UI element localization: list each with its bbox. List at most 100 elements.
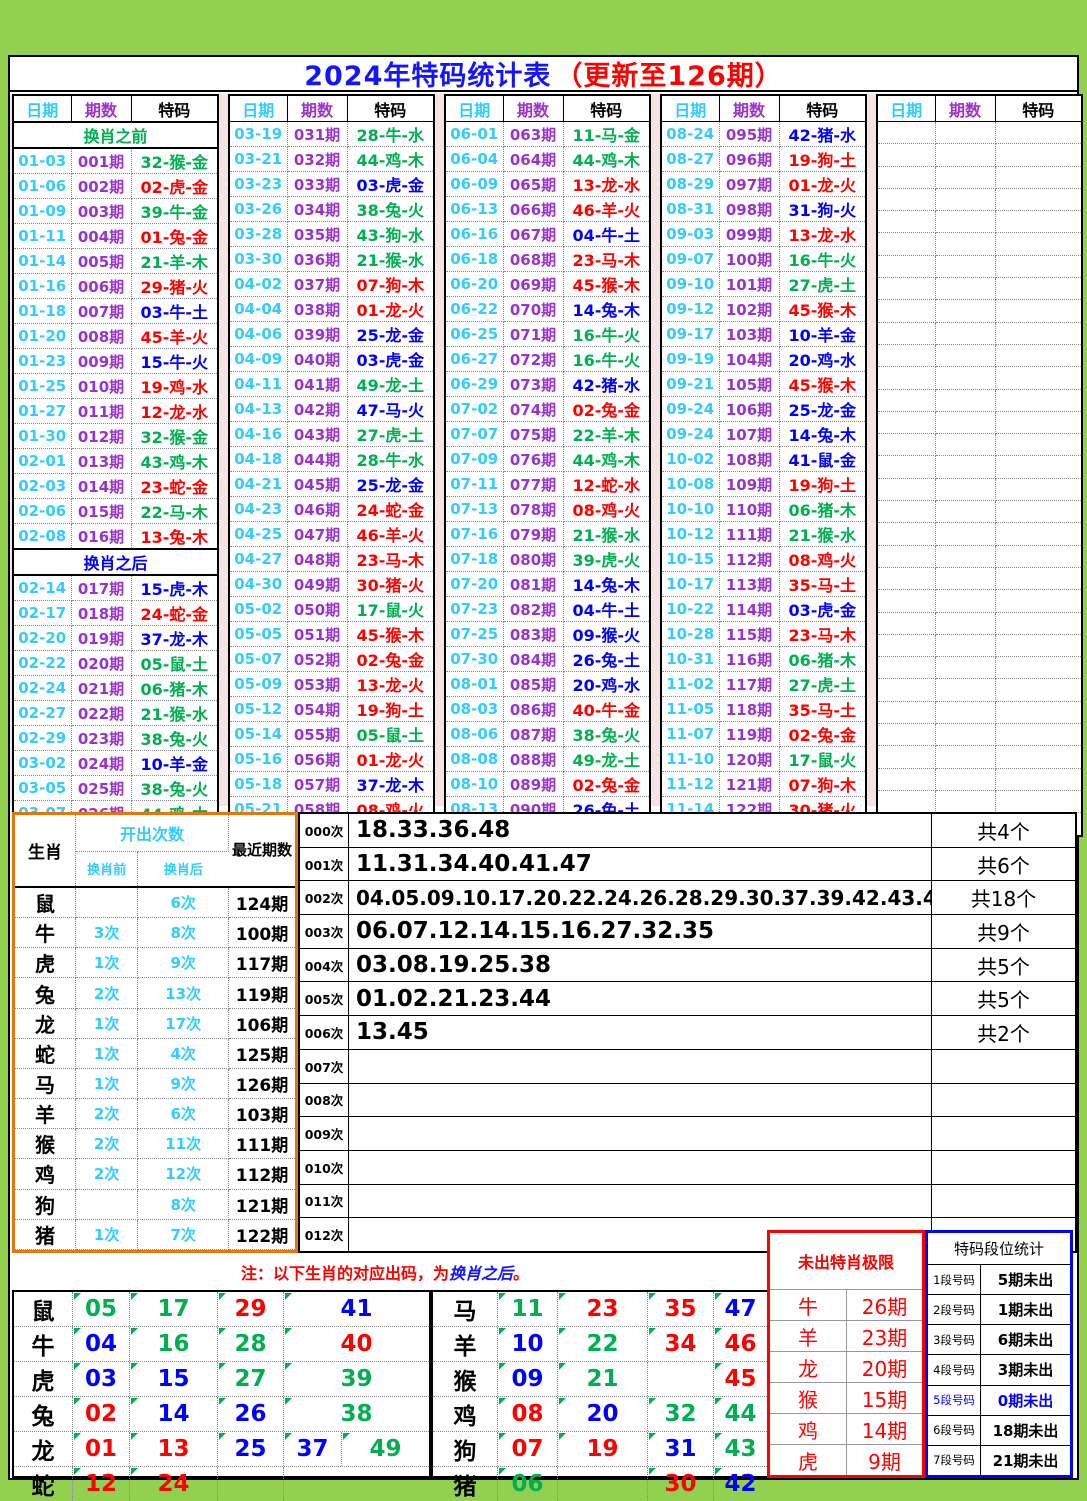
code-cell: 47-马-火 xyxy=(347,397,434,422)
date-cell: 07-30 xyxy=(445,647,503,672)
count-numbers xyxy=(349,1050,931,1083)
date-column-header: 日期 xyxy=(661,95,719,122)
empty-date-cell xyxy=(877,389,935,411)
date-cell: 07-20 xyxy=(445,572,503,597)
lottery-group-5: 日期期数特码 xyxy=(876,94,1083,837)
segment-label: 1段号码 xyxy=(928,1265,981,1294)
lottery-row: 04-11041期49-龙-土 xyxy=(229,372,434,397)
date-cell: 01-03 xyxy=(13,148,71,174)
code-cell: 45-猴-木 xyxy=(347,622,434,647)
lottery-row: 06-20069期45-猴-木 xyxy=(445,272,650,297)
lottery-row xyxy=(877,679,1082,701)
count-total xyxy=(931,1050,1075,1083)
zodiac-number-row: 羊10223446 xyxy=(433,1326,767,1361)
missing-zodiac-name: 牛 xyxy=(770,1290,846,1320)
count-label: 010次 xyxy=(300,1151,349,1184)
lottery-row: 01-30012期32-猴-金 xyxy=(13,424,218,449)
issue-cell: 046期 xyxy=(287,497,347,522)
count-numbers xyxy=(349,1151,931,1184)
issue-cell: 099期 xyxy=(719,222,779,247)
lottery-row: 06-22070期14-兔-木 xyxy=(445,297,650,322)
empty-issue-cell xyxy=(935,567,995,589)
date-cell: 03-28 xyxy=(229,222,287,247)
date-cell: 03-02 xyxy=(13,751,71,776)
number-cell: 30 xyxy=(647,1467,713,1501)
issue-cell: 063期 xyxy=(503,122,563,147)
empty-date-cell xyxy=(877,478,935,500)
issue-cell: 040期 xyxy=(287,347,347,372)
recent-issue-cell: 106期 xyxy=(229,1008,295,1038)
lottery-row xyxy=(877,233,1082,255)
code-cell: 03-虎-金 xyxy=(347,172,434,197)
number-cell: 39 xyxy=(283,1362,429,1396)
empty-number-cell xyxy=(283,1467,429,1501)
code-cell: 40-牛-金 xyxy=(563,697,650,722)
date-cell: 06-20 xyxy=(445,272,503,297)
date-cell: 09-24 xyxy=(661,422,719,447)
zodiac-label: 羊 xyxy=(433,1327,497,1361)
empty-issue-cell xyxy=(935,255,995,277)
issue-cell: 107期 xyxy=(719,422,779,447)
empty-code-cell xyxy=(995,590,1082,612)
missing-zodiac-row: 牛26期 xyxy=(770,1289,922,1320)
date-cell: 06-13 xyxy=(445,197,503,222)
count-row: 006次13.45共2个 xyxy=(300,1016,1075,1050)
code-cell: 45-羊-火 xyxy=(131,324,218,349)
number-cell: 01 xyxy=(72,1432,129,1466)
before-count-cell: 2次 xyxy=(75,978,137,1008)
code-cell: 06-猪-木 xyxy=(779,497,866,522)
date-cell: 10-22 xyxy=(661,597,719,622)
code-column-header: 特码 xyxy=(779,95,866,122)
zodiac-name-cell: 鸡 xyxy=(15,1159,75,1189)
lottery-row: 07-16079期21-猴-水 xyxy=(445,522,650,547)
lottery-row: 03-28035期43-狗-水 xyxy=(229,222,434,247)
empty-code-cell xyxy=(995,255,1082,277)
issue-cell: 033期 xyxy=(287,172,347,197)
code-cell: 14-兔-木 xyxy=(563,572,650,597)
recent-issue-cell: 125期 xyxy=(229,1038,295,1068)
lottery-row: 10-31116期06-猪-木 xyxy=(661,647,866,672)
issue-cell: 080期 xyxy=(503,547,563,572)
lottery-row: 08-10089期02-兔-金 xyxy=(445,772,650,797)
lottery-row: 03-23033期03-虎-金 xyxy=(229,172,434,197)
segment-value: 6期未出 xyxy=(981,1325,1070,1354)
issue-cell: 121期 xyxy=(719,772,779,797)
code-cell: 28-牛-水 xyxy=(347,122,434,147)
code-cell: 35-马-土 xyxy=(779,572,866,597)
date-cell: 01-09 xyxy=(13,199,71,224)
code-cell: 01-兔-金 xyxy=(131,224,218,249)
lottery-row xyxy=(877,122,1082,144)
section-header: 换肖之前 xyxy=(13,122,218,148)
zodiac-stats-header-row1: 生肖开出次数最近期数 xyxy=(15,815,295,851)
code-cell: 05-鼠-土 xyxy=(131,651,218,676)
issue-cell: 006期 xyxy=(71,274,131,299)
issue-cell: 104期 xyxy=(719,347,779,372)
lottery-row: 01-14005期21-羊-木 xyxy=(13,249,218,274)
issue-cell: 101期 xyxy=(719,272,779,297)
before-count-cell: 2次 xyxy=(75,1099,137,1129)
code-cell: 12-蛇-水 xyxy=(563,472,650,497)
empty-date-cell xyxy=(877,255,935,277)
lottery-row xyxy=(877,590,1082,612)
zodiac-name-cell: 龙 xyxy=(15,1008,75,1038)
lottery-row xyxy=(877,790,1082,812)
date-cell: 04-27 xyxy=(229,547,287,572)
lottery-row: 11-10120期17-鼠-火 xyxy=(661,747,866,772)
empty-date-cell xyxy=(877,300,935,322)
date-cell: 06-01 xyxy=(445,122,503,147)
after-count-cell: 17次 xyxy=(138,1008,229,1038)
lottery-row xyxy=(877,768,1082,790)
number-cell: 26 xyxy=(217,1397,283,1431)
date-cell: 05-07 xyxy=(229,647,287,672)
lottery-row: 05-07052期02-兔-金 xyxy=(229,647,434,672)
stats-section: 生肖开出次数最近期数换肖前换肖后鼠6次124期牛3次8次100期虎1次9次117… xyxy=(10,812,1077,1253)
zodiac-stats-row: 羊2次6次103期 xyxy=(15,1099,295,1129)
lottery-row: 06-29073期42-猪-水 xyxy=(445,372,650,397)
lottery-row: 08-03086期40-牛-金 xyxy=(445,697,650,722)
segment-label: 5段号码 xyxy=(928,1386,981,1415)
count-label: 009次 xyxy=(300,1117,349,1150)
issue-cell: 020期 xyxy=(71,651,131,676)
issue-column-header: 期数 xyxy=(71,95,131,122)
empty-code-cell xyxy=(995,746,1082,768)
lottery-row: 09-17103期10-羊-金 xyxy=(661,322,866,347)
